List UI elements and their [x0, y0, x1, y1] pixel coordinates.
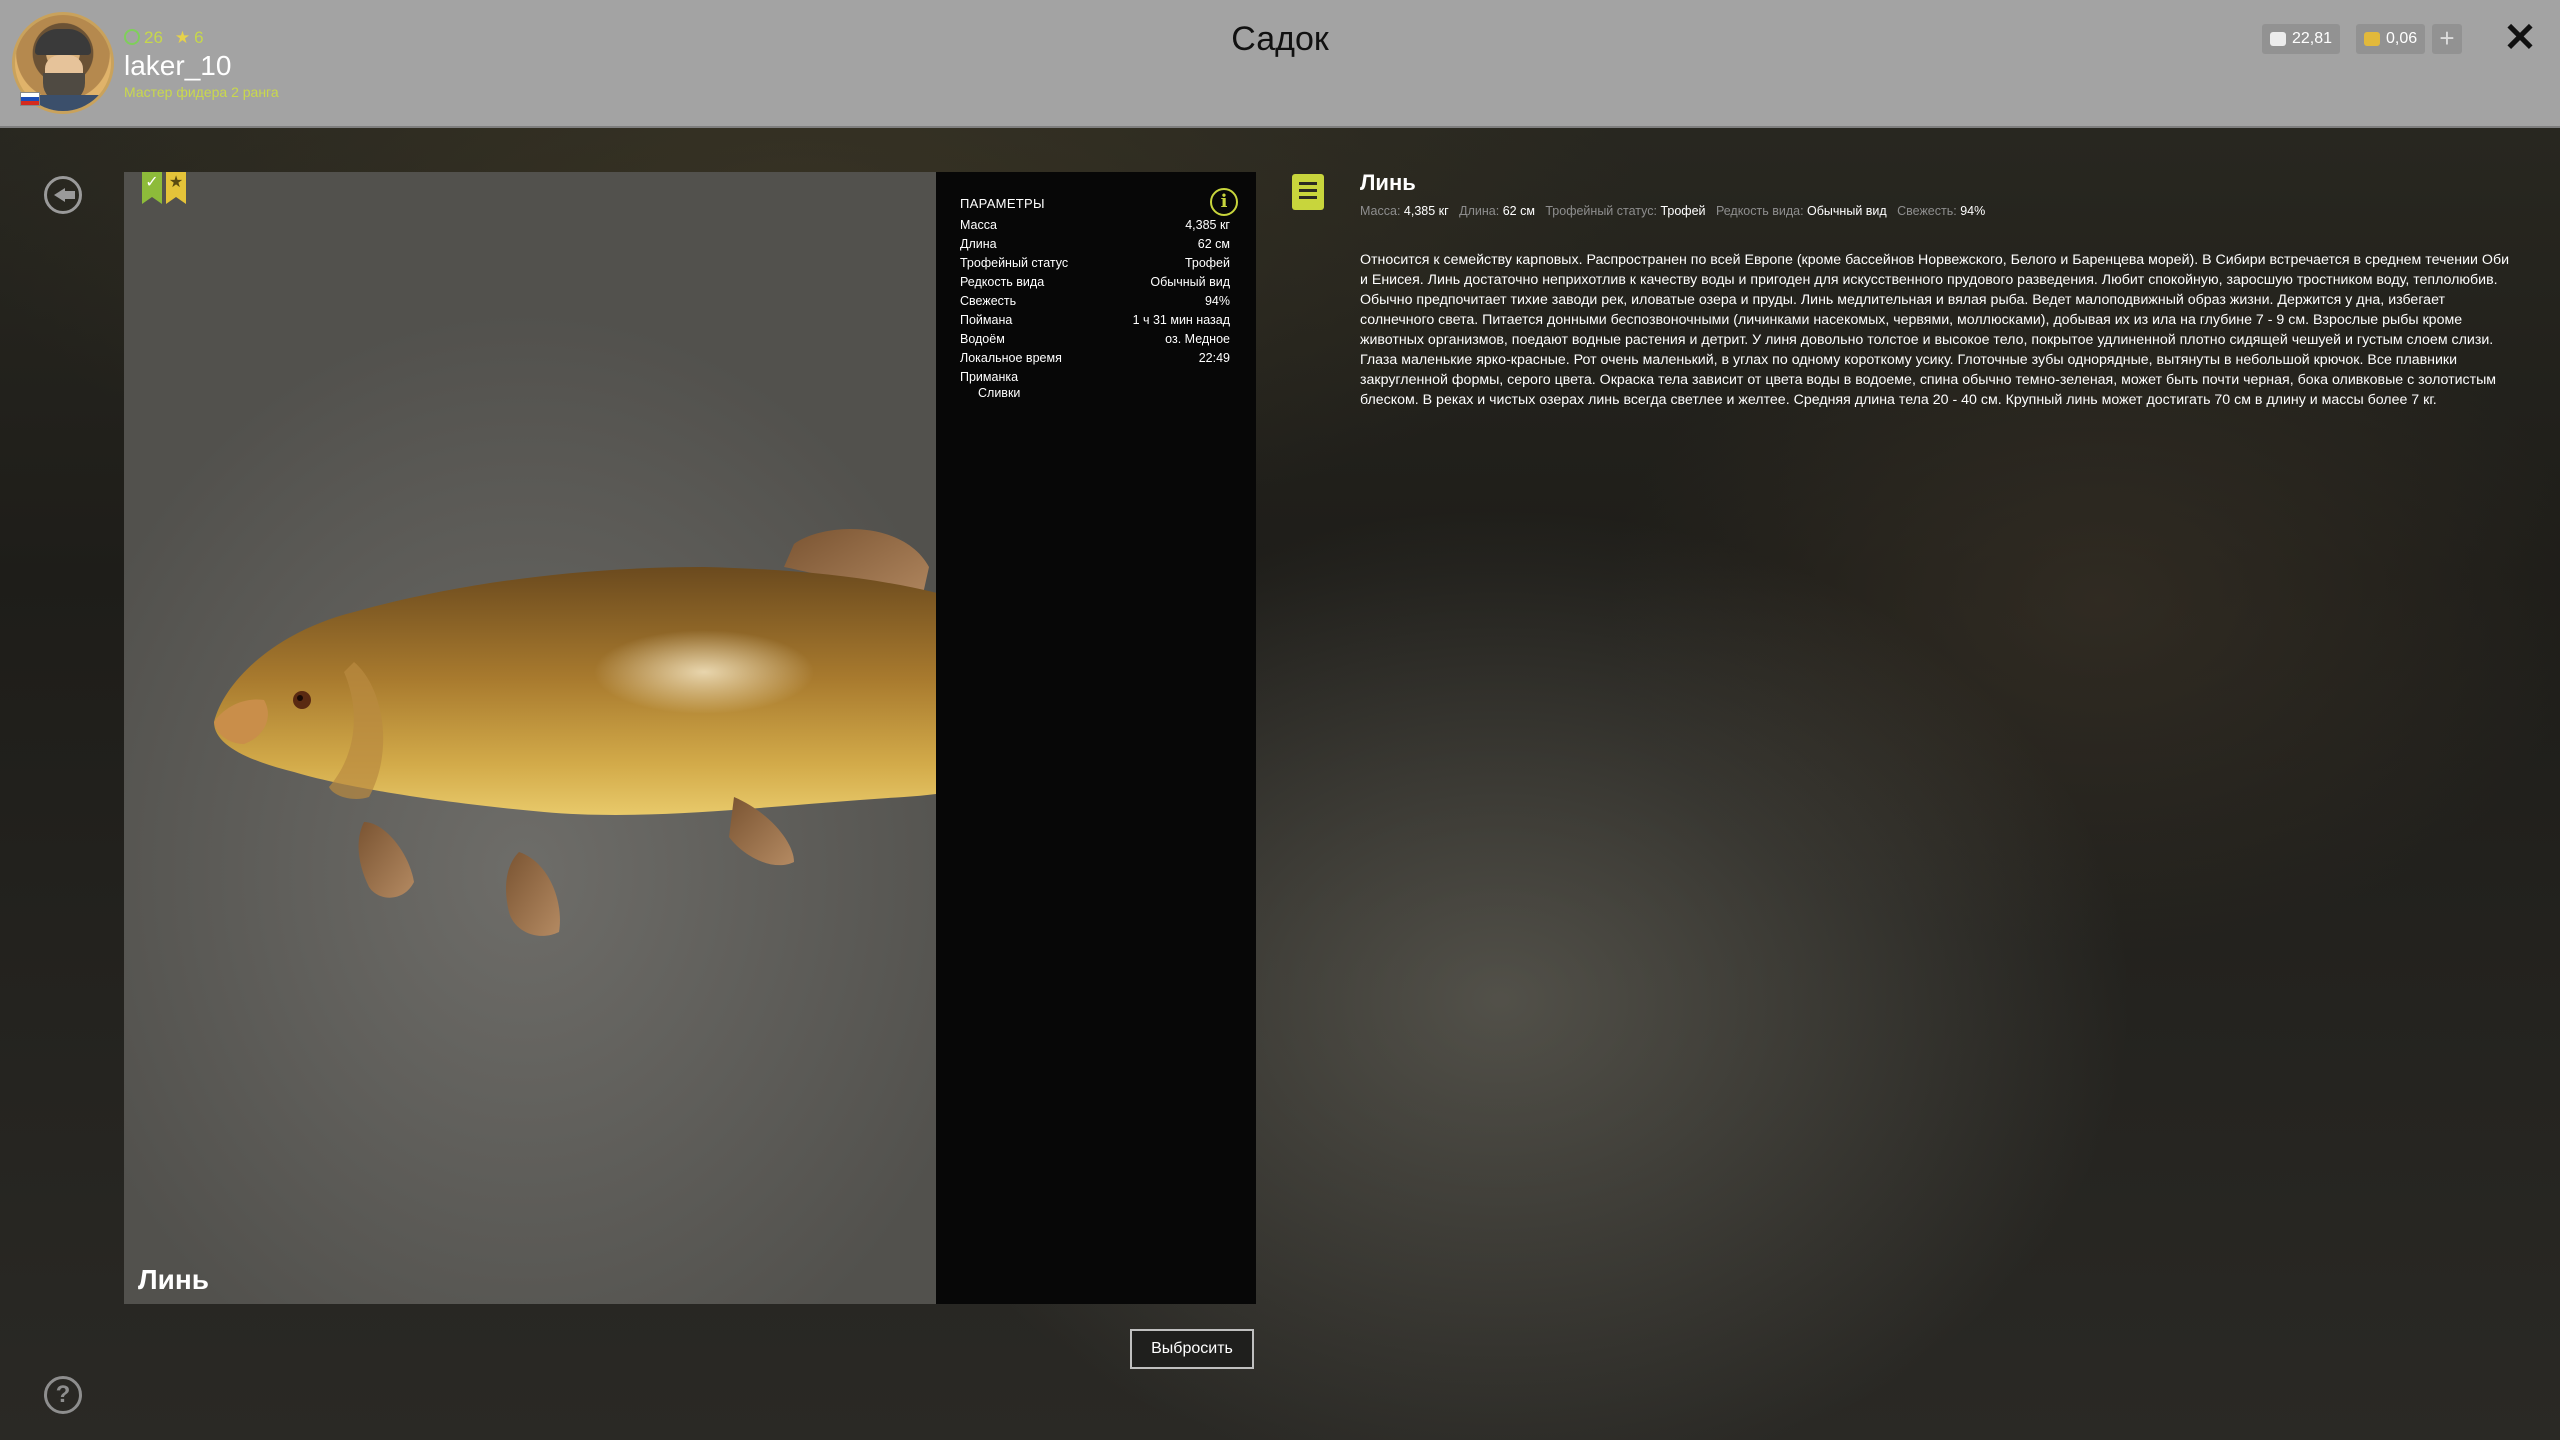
param-row-lure: Приманка: [960, 370, 1230, 384]
fish-badges: ✓ ★: [142, 172, 186, 204]
param-value: Трофей: [1184, 256, 1230, 270]
meta-label: Трофейный статус:: [1545, 204, 1657, 218]
param-value: 1 ч 31 мин назад: [1132, 313, 1230, 327]
fish-name-label: Линь: [138, 1264, 209, 1295]
meta-value: Обычный вид: [1807, 204, 1887, 218]
description-text: Относится к семейству карповых. Распрост…: [1360, 252, 2510, 408]
param-row: Локальное время 22:49: [960, 351, 1230, 365]
parameters-heading: ПАРАМЕТРЫ: [960, 196, 1045, 211]
param-row: Свежесть 94%: [960, 294, 1230, 308]
fish-viewer[interactable]: ✓ ★ Линь: [124, 172, 936, 1304]
gold-balance: 0,06: [2356, 24, 2426, 54]
country-flag-icon: [20, 92, 40, 106]
param-label: Масса: [960, 218, 997, 232]
info-icon[interactable]: i: [1210, 188, 1238, 216]
param-value: оз. Медное: [1165, 332, 1230, 346]
checkmark-badge-icon: ✓: [142, 172, 162, 204]
meta-label: Свежесть:: [1897, 204, 1957, 218]
parameters-panel: ПАРАМЕТРЫ i Масса 4,385 кг Длина 62 см Тро…: [936, 172, 1256, 1304]
player-rank: Мастер фидера 2 ранга: [124, 84, 279, 100]
param-value: Обычный вид: [1150, 275, 1230, 289]
param-row: Трофейный статус Трофей: [960, 256, 1230, 270]
star-badge-icon: ★: [166, 172, 186, 204]
param-row: Поймана 1 ч 31 мин назад: [960, 313, 1230, 327]
param-label: Длина: [960, 237, 997, 251]
description-title: Линь: [1360, 170, 1416, 195]
page-title: Садок: [1231, 20, 1329, 58]
silver-value: 22,81: [2292, 30, 2333, 47]
back-arrow-icon[interactable]: [44, 176, 82, 214]
param-row: Редкость вида Обычный вид: [960, 275, 1230, 289]
add-currency-button[interactable]: +: [2432, 24, 2462, 54]
param-value: 22:49: [1198, 351, 1230, 365]
param-row: Водоём оз. Медное: [960, 332, 1230, 346]
param-value: 4,385 кг: [1185, 218, 1230, 232]
meta-value: 62 см: [1502, 204, 1535, 218]
notes-icon: [1292, 174, 1324, 210]
param-row: Масса 4,385 кг: [960, 218, 1230, 232]
meta-value: 94%: [1960, 204, 1986, 218]
param-value: 94%: [1204, 294, 1230, 308]
meta-value: 4,385 кг: [1403, 204, 1449, 218]
gold-coin-icon: [2364, 32, 2380, 46]
param-label: Водоём: [960, 332, 1005, 346]
meta-label: Редкость вида:: [1715, 204, 1804, 218]
gold-value: 0,06: [2386, 30, 2418, 47]
lure-value: Сливки: [978, 386, 1021, 400]
close-button[interactable]: ✕: [2500, 18, 2540, 58]
description-meta: Масса: 4,385 кг Длина: 62 см Трофейный с…: [1360, 204, 1985, 218]
param-label: Поймана: [960, 313, 1013, 327]
param-value: 62 см: [1197, 237, 1230, 251]
silver-coin-icon: [2270, 32, 2286, 46]
top-bar: 26 ★ 6 laker_10 Мастер фидера 2 ранга Сад…: [0, 0, 2560, 128]
meta-label: Длина:: [1459, 204, 1500, 218]
meta-value: Трофей: [1660, 204, 1706, 218]
param-label: Свежесть: [960, 294, 1017, 308]
param-label: Приманка: [960, 370, 1019, 384]
meta-label: Масса:: [1360, 204, 1401, 218]
fish-model-image: [214, 529, 936, 936]
param-row: Длина 62 см: [960, 237, 1230, 251]
help-icon[interactable]: ?: [44, 1376, 82, 1414]
silver-balance: 22,81: [2262, 24, 2341, 54]
param-label: Локальное время: [960, 351, 1062, 365]
param-label: Редкость вида: [960, 275, 1045, 289]
param-label: Трофейный статус: [960, 256, 1069, 270]
release-fish-button[interactable]: Выбросить: [1130, 1329, 1254, 1369]
